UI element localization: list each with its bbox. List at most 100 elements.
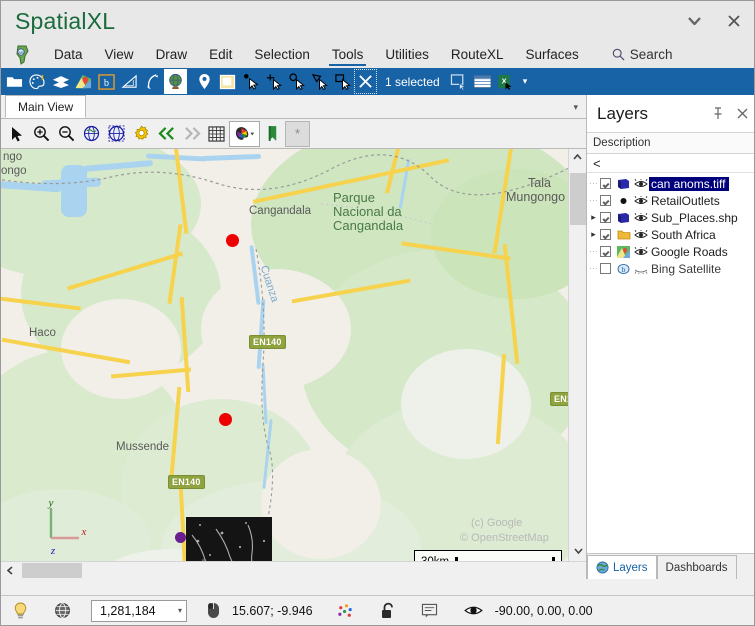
menu-item-utilities[interactable]: Utilities: [374, 43, 440, 67]
visibility-eye-icon[interactable]: [632, 229, 649, 240]
select-circle-icon[interactable]: [285, 69, 308, 94]
ribbon-overflow-caret[interactable]: ▾: [517, 76, 534, 87]
palette-icon[interactable]: [26, 69, 49, 94]
scroll-thumb-vertical[interactable]: [570, 173, 586, 225]
layer-row-south-africa[interactable]: ▸ South Africa: [587, 226, 754, 243]
tree-expander[interactable]: ⋯: [587, 178, 600, 189]
menu-item-selection[interactable]: Selection: [243, 43, 321, 67]
tab-dashboards[interactable]: Dashboards: [656, 555, 737, 579]
grid-icon[interactable]: [204, 121, 229, 147]
note-icon[interactable]: [216, 69, 239, 94]
purple-feature-point[interactable]: [175, 532, 186, 543]
globe-wireframe-icon[interactable]: [48, 599, 77, 623]
bing-maps-icon[interactable]: b: [95, 69, 118, 94]
select-point-icon[interactable]: [239, 69, 262, 94]
tree-expander[interactable]: ⋯: [587, 246, 600, 257]
more-options-icon[interactable]: *: [285, 120, 310, 147]
theme-palette-icon[interactable]: [229, 120, 260, 147]
tab-layers[interactable]: Layers: [587, 555, 657, 579]
pin-icon[interactable]: [706, 102, 730, 126]
menu-item-surfaces[interactable]: Surfaces: [514, 43, 589, 67]
scroll-down-arrow[interactable]: [569, 543, 586, 559]
globe-icon[interactable]: [164, 69, 187, 94]
chevron-down-icon[interactable]: ▾: [178, 606, 182, 615]
previous-extent-icon[interactable]: [154, 121, 179, 147]
scroll-thumb-horizontal[interactable]: [22, 563, 82, 578]
visibility-eye-icon[interactable]: [632, 178, 649, 189]
menu-label: Selection: [254, 46, 310, 62]
visibility-eye-off-icon[interactable]: [632, 264, 649, 274]
pointer-tool-icon[interactable]: [4, 121, 29, 147]
export-excel-icon[interactable]: X: [494, 69, 517, 94]
snapping-icon[interactable]: [331, 599, 360, 623]
visibility-eye-icon[interactable]: [632, 212, 649, 223]
raster-overlay-can-anoms[interactable]: [186, 517, 272, 561]
menu-item-routexl[interactable]: RouteXL: [440, 43, 515, 67]
layer-checkbox[interactable]: [600, 195, 611, 206]
map-canvas[interactable]: EN140 EN1 EN140 EN140 ngo ongo Haco Muss…: [1, 149, 568, 561]
zoom-in-icon[interactable]: [29, 121, 54, 147]
next-extent-icon[interactable]: [179, 121, 204, 147]
lightbulb-icon[interactable]: [7, 599, 34, 623]
search-box[interactable]: Search: [590, 47, 673, 62]
menu-item-draw[interactable]: Draw: [145, 43, 199, 67]
layer-checkbox[interactable]: [600, 246, 611, 257]
map-scale-combo[interactable]: 1,281,184 ▾: [91, 599, 187, 622]
map-vertical-scrollbar[interactable]: [568, 149, 586, 561]
close-button[interactable]: [714, 2, 754, 40]
clear-selection-icon[interactable]: [354, 69, 377, 94]
layers-stack-icon[interactable]: [49, 69, 72, 94]
africa-logo-icon[interactable]: AB: [1, 42, 43, 68]
copy-selection-icon[interactable]: [448, 69, 471, 94]
zoom-out-icon[interactable]: [54, 121, 79, 147]
layer-row-retailoutlets[interactable]: ⋯ RetailOutlets: [587, 192, 754, 209]
projection-icon[interactable]: [141, 69, 164, 94]
layer-row-bing-satellite[interactable]: ⋯ b Bing Satellite: [587, 260, 754, 277]
open-folder-icon[interactable]: [3, 69, 26, 94]
layer-checkbox[interactable]: [600, 229, 611, 240]
minimize-button[interactable]: [674, 2, 714, 40]
table-view-icon[interactable]: [471, 69, 494, 94]
app-title: SpatialXL: [15, 7, 116, 34]
layer-row-can-anoms[interactable]: ⋯ can anoms.tiff: [587, 175, 754, 192]
bookmark-icon[interactable]: [260, 121, 285, 147]
zoom-selection-icon[interactable]: [104, 121, 129, 147]
select-box-icon[interactable]: [331, 69, 354, 94]
menu-item-edit[interactable]: Edit: [198, 43, 243, 67]
map-horizontal-scrollbar[interactable]: [1, 561, 586, 579]
unlocked-icon[interactable]: [374, 599, 401, 623]
measure-triangle-icon[interactable]: [118, 69, 141, 94]
menu-item-data[interactable]: Data: [43, 43, 94, 67]
map-pin-icon[interactable]: [193, 69, 216, 94]
layers-back-row[interactable]: <: [587, 154, 754, 173]
raster-center-point[interactable]: [219, 413, 232, 426]
ribbon-toolbar: b 1 selected X ▾: [1, 68, 754, 95]
tab-main-view[interactable]: Main View: [5, 95, 87, 118]
tab-overflow-caret[interactable]: ▾: [573, 102, 578, 113]
menu-item-tools[interactable]: Tools: [321, 43, 375, 67]
tree-expander[interactable]: ▸: [587, 212, 600, 223]
scroll-left-arrow[interactable]: [1, 562, 18, 580]
google-maps-icon[interactable]: [72, 69, 95, 94]
select-polygon-icon[interactable]: [308, 69, 331, 94]
close-icon[interactable]: [730, 102, 754, 126]
layer-row-google-roads[interactable]: ⋯ Google Roads: [587, 243, 754, 260]
message-icon[interactable]: [415, 599, 444, 623]
tree-expander[interactable]: ⋯: [587, 195, 600, 206]
map-view[interactable]: EN140 EN1 EN140 EN140 ngo ongo Haco Muss…: [1, 149, 586, 579]
tree-expander[interactable]: ▸: [587, 229, 600, 240]
selected-feature-point[interactable]: [226, 234, 239, 247]
zoom-full-extent-icon[interactable]: [79, 121, 104, 147]
settings-gear-icon[interactable]: [129, 121, 154, 147]
layer-checkbox[interactable]: [600, 263, 611, 274]
layer-checkbox[interactable]: [600, 212, 611, 223]
tree-expander[interactable]: ⋯: [587, 263, 600, 274]
scroll-up-arrow[interactable]: [569, 149, 586, 165]
visibility-eye-icon[interactable]: [632, 195, 649, 206]
eye-icon[interactable]: [458, 599, 489, 623]
select-rectangle-icon[interactable]: [262, 69, 285, 94]
layer-checkbox[interactable]: [600, 178, 611, 189]
visibility-eye-icon[interactable]: [632, 246, 649, 257]
layer-row-sub-places[interactable]: ▸ Sub_Places.shp: [587, 209, 754, 226]
menu-item-view[interactable]: View: [94, 43, 145, 67]
